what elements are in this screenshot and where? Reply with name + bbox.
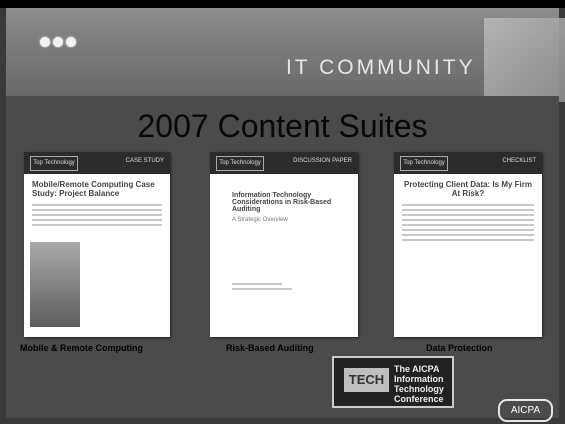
aicpa-logo: AICPA [498, 399, 553, 422]
community-label: IT COMMUNITY [286, 56, 476, 79]
text-line [402, 204, 534, 206]
brand-logo: Top Technology [30, 156, 78, 171]
text-line [32, 209, 162, 211]
photo-image [30, 242, 80, 327]
doc-header-bar: Top Technology CASE STUDY [24, 152, 170, 174]
text-line [32, 224, 162, 226]
slide-title: 2007 Content Suites [137, 108, 428, 144]
brand-logo: Top Technology [400, 156, 448, 171]
text-line [402, 229, 534, 231]
brand-logo: Top Technology [216, 156, 264, 171]
doc-thumbnail-audit[interactable]: Top Technology DISCUSSION PAPER Informat… [210, 152, 358, 337]
text-line [232, 283, 282, 285]
text-line [32, 214, 162, 216]
text-line [402, 214, 534, 216]
doc-subtitle: A Strategic Overview [232, 217, 288, 223]
circuit-board-icon [484, 18, 565, 102]
doc-header-bar: Top Technology CHECKLIST [394, 152, 542, 174]
text-line [402, 209, 534, 211]
tech-logo: TECH [344, 368, 389, 392]
header-banner: IT COMMUNITY [6, 8, 565, 102]
badge-text: The AICPA Information Technology Confere… [394, 364, 444, 404]
text-line [402, 224, 534, 226]
doc-type-label: DISCUSSION PAPER [293, 158, 352, 164]
frame-top [0, 0, 565, 8]
doc-header-bar: Top Technology DISCUSSION PAPER [210, 152, 358, 174]
dots-decoration [40, 34, 79, 52]
caption-data: Data Protection [426, 343, 493, 353]
caption-mobile: Mobile & Remote Computing [20, 343, 143, 353]
doc-thumbnail-data[interactable]: Top Technology CHECKLIST Protecting Clie… [394, 152, 542, 337]
doc-title: Protecting Client Data: Is My Firm At Ri… [403, 180, 533, 198]
doc-title: Information Technology Considerations in… [232, 192, 332, 213]
dot-icon [40, 37, 50, 47]
doc-type-label: CHECKLIST [502, 158, 536, 164]
doc-thumbnail-mobile[interactable]: Top Technology CASE STUDY Mobile/Remote … [24, 152, 170, 337]
dot-icon [66, 37, 76, 47]
text-line [402, 219, 534, 221]
doc-type-label: CASE STUDY [125, 158, 164, 164]
doc-title: Mobile/Remote Computing Case Study: Proj… [32, 180, 155, 198]
text-line [402, 234, 534, 236]
caption-audit: Risk-Based Auditing [226, 343, 314, 353]
text-line [32, 219, 162, 221]
conference-badge: TECH The AICPA Information Technology Co… [332, 356, 454, 408]
text-line [232, 288, 292, 290]
slide: IT COMMUNITY 2007 Content Suites Top Tec… [0, 0, 565, 424]
text-line [402, 239, 534, 241]
dot-icon [53, 37, 63, 47]
text-line [32, 204, 162, 206]
